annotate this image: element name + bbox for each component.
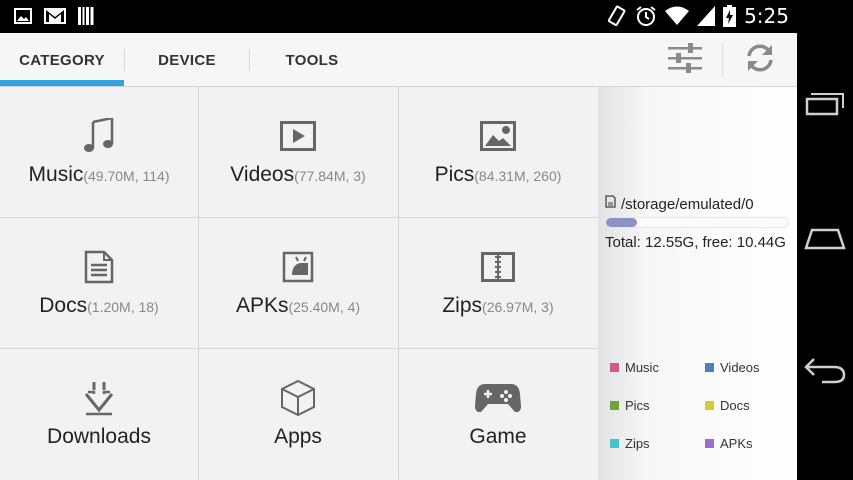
category-downloads[interactable]: Downloads bbox=[0, 349, 198, 479]
category-meta: (1.20M, 18) bbox=[87, 299, 159, 315]
clock: 5:25 bbox=[744, 4, 789, 28]
legend-item: Videos bbox=[705, 360, 760, 375]
legend-swatch bbox=[610, 363, 619, 372]
category-pics[interactable]: Pics(84.31M, 260) bbox=[399, 87, 597, 217]
storage-path: /storage/emulated/0 bbox=[621, 195, 754, 213]
category-grid: Music(49.70M, 114) Videos(77.84M, 3) Pic… bbox=[0, 87, 598, 480]
legend-label: Videos bbox=[720, 360, 760, 375]
legend-item: Docs bbox=[705, 398, 750, 413]
legend-swatch bbox=[610, 401, 619, 410]
category-zips[interactable]: Zips(26.97M, 3) bbox=[399, 218, 597, 348]
download-icon bbox=[82, 379, 116, 417]
category-videos[interactable]: Videos(77.84M, 3) bbox=[199, 87, 397, 217]
sliders-icon bbox=[668, 42, 702, 78]
legend-swatch bbox=[705, 401, 714, 410]
apk-icon bbox=[282, 248, 314, 286]
category-name: Music bbox=[28, 163, 84, 186]
image-icon bbox=[14, 8, 32, 24]
legend-label: Music bbox=[625, 360, 659, 375]
category-name: Game bbox=[469, 425, 527, 448]
category-meta: (84.31M, 260) bbox=[474, 168, 562, 184]
storage-total: Total: 12.55G, free: 10.44G bbox=[605, 234, 786, 251]
tab-device[interactable]: DEVICE bbox=[125, 33, 249, 87]
legend-swatch bbox=[705, 439, 714, 448]
category-music[interactable]: Music(49.70M, 114) bbox=[0, 87, 198, 217]
legend-label: Docs bbox=[720, 398, 750, 413]
picture-icon bbox=[480, 117, 516, 155]
status-bar: 5:25 bbox=[0, 0, 797, 33]
home-icon bbox=[804, 226, 846, 255]
category-name: Apps bbox=[274, 425, 322, 448]
tab-tools[interactable]: TOOLS bbox=[250, 33, 374, 87]
music-note-icon bbox=[82, 117, 116, 155]
back-icon bbox=[804, 356, 846, 389]
video-play-icon bbox=[280, 117, 316, 155]
category-name: Zips bbox=[442, 294, 483, 317]
barcode-icon bbox=[78, 7, 94, 25]
category-name: Pics bbox=[434, 163, 475, 186]
grid-line bbox=[398, 87, 399, 480]
tab-bar: CATEGORY DEVICE TOOLS bbox=[0, 33, 797, 87]
legend-swatch bbox=[610, 439, 619, 448]
category-name: Videos bbox=[230, 163, 295, 186]
active-tab-indicator bbox=[0, 80, 124, 86]
home-button[interactable] bbox=[803, 222, 847, 258]
category-apks[interactable]: APKs(25.40M, 4) bbox=[199, 218, 397, 348]
grid-line bbox=[0, 217, 598, 218]
back-button[interactable] bbox=[803, 354, 847, 390]
sliders-button[interactable] bbox=[663, 39, 707, 81]
battery-icon bbox=[723, 5, 737, 27]
storage-usage-fill bbox=[606, 218, 637, 227]
grid-line bbox=[198, 87, 199, 480]
storage-usage-bar bbox=[605, 217, 789, 228]
navigation-bar bbox=[797, 0, 853, 480]
legend-item: Music bbox=[610, 360, 659, 375]
category-meta: (49.70M, 114) bbox=[83, 168, 170, 184]
category-meta: (26.97M, 3) bbox=[482, 299, 554, 315]
gmail-icon bbox=[44, 8, 66, 24]
tab-category[interactable]: CATEGORY bbox=[0, 33, 124, 87]
cube-icon bbox=[280, 379, 316, 417]
gamepad-icon bbox=[475, 379, 521, 417]
category-game[interactable]: Game bbox=[399, 349, 597, 479]
sd-card-icon bbox=[605, 195, 616, 213]
storage-path-row[interactable]: /storage/emulated/0 bbox=[605, 195, 754, 213]
signal-icon bbox=[697, 6, 716, 26]
refresh-icon bbox=[744, 42, 776, 79]
category-docs[interactable]: Docs(1.20M, 18) bbox=[0, 218, 198, 348]
wifi-icon bbox=[665, 6, 690, 26]
toolbar-divider bbox=[722, 43, 723, 77]
vibrate-icon bbox=[605, 5, 627, 27]
refresh-button[interactable] bbox=[738, 39, 782, 81]
category-name: Downloads bbox=[47, 425, 151, 448]
recent-apps-icon bbox=[805, 92, 845, 121]
category-name: APKs bbox=[235, 294, 289, 317]
document-icon bbox=[84, 248, 114, 286]
alarm-icon bbox=[635, 5, 657, 27]
legend-label: APKs bbox=[720, 436, 753, 451]
legend-label: Pics bbox=[625, 398, 650, 413]
legend-item: APKs bbox=[705, 436, 753, 451]
recent-apps-button[interactable] bbox=[803, 88, 847, 124]
category-name: Docs bbox=[39, 294, 88, 317]
zip-icon bbox=[481, 248, 515, 286]
legend-item: Zips bbox=[610, 436, 650, 451]
file-manager-app: CATEGORY DEVICE TOOLS Music(49.70M, 114)… bbox=[0, 33, 797, 480]
category-meta: (25.40M, 4) bbox=[288, 299, 361, 315]
grid-line bbox=[0, 348, 598, 349]
legend-item: Pics bbox=[610, 398, 650, 413]
category-apps[interactable]: Apps bbox=[199, 349, 397, 479]
legend-swatch bbox=[705, 363, 714, 372]
category-meta: (77.84M, 3) bbox=[294, 168, 366, 184]
legend-label: Zips bbox=[625, 436, 650, 451]
storage-panel: /storage/emulated/0 Total: 12.55G, free:… bbox=[598, 87, 797, 480]
